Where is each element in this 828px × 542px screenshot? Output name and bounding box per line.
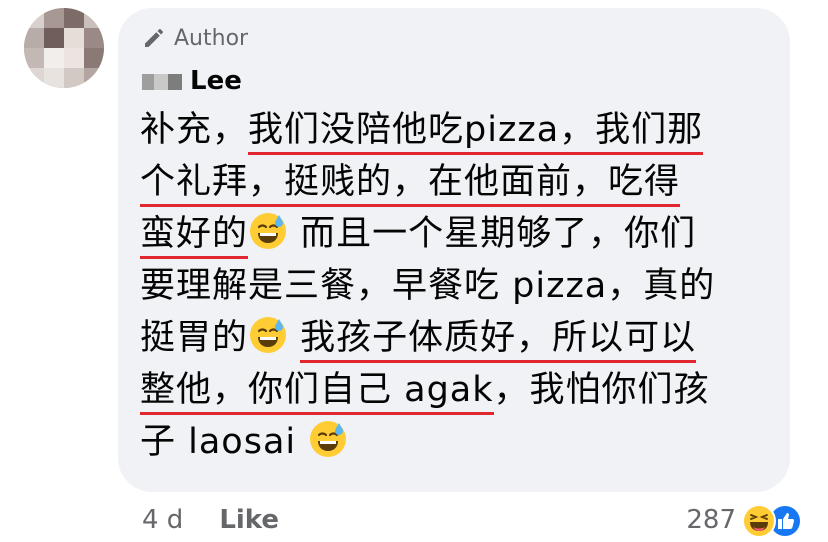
- name-redaction: [142, 70, 182, 92]
- avatar-pixel: [64, 8, 84, 28]
- comment-text-segment: ，我怕你们孩: [493, 370, 710, 410]
- underlined-text: 整他，你们自己 agak: [140, 370, 494, 415]
- comment-text-segment: 子 laosai: [140, 422, 309, 462]
- avatar-pixel: [44, 68, 64, 88]
- commenter-name-row[interactable]: Lee: [142, 64, 242, 98]
- sweat-smile-emoji-icon: [248, 211, 288, 251]
- underlined-text: 我孩子体质好，所以可以: [300, 318, 697, 363]
- avatar-pixel: [64, 48, 84, 68]
- comment-text-segment: 要理解是三餐，早餐吃 pizza，真的: [140, 266, 716, 306]
- comment-line: 要理解是三餐，早餐吃 pizza，真的: [140, 260, 780, 312]
- avatar-pixel: [84, 68, 104, 88]
- like-button[interactable]: Like: [219, 505, 279, 535]
- comment-timestamp[interactable]: 4 d: [142, 505, 183, 535]
- avatar-pixel: [64, 68, 84, 88]
- avatar-pixel: [44, 8, 64, 28]
- avatar-pixel: [24, 28, 44, 48]
- sweat-smile-emoji-icon: [248, 315, 288, 355]
- comment-line: 蛮好的 而且一个星期够了，你们: [140, 208, 780, 260]
- comment-line: 挺胃的 我孩子体质好，所以可以: [140, 312, 780, 364]
- commenter-avatar[interactable]: [24, 8, 104, 88]
- avatar-pixel: [44, 48, 64, 68]
- avatar-pixel: [84, 48, 104, 68]
- comment-line: 补充，我们没陪他吃pizza，我们那: [140, 104, 780, 156]
- comment-footer: 4 d Like: [142, 500, 279, 540]
- underlined-text: 个礼拜，挺贱的，在他面前，吃得: [140, 162, 681, 207]
- avatar-pixel: [24, 8, 44, 28]
- laugh-reaction-icon: [742, 504, 776, 538]
- comment-line: 整他，你们自己 agak，我怕你们孩: [140, 364, 780, 416]
- avatar-pixel: [64, 28, 84, 48]
- author-badge: Author: [142, 24, 248, 52]
- avatar-pixel: [24, 48, 44, 68]
- comment-line: 个礼拜，挺贱的，在他面前，吃得: [140, 156, 780, 208]
- sweat-smile-emoji-icon: [308, 419, 348, 459]
- reaction-icons: [742, 502, 804, 538]
- pencil-icon: [145, 29, 163, 47]
- author-badge-label: Author: [174, 25, 249, 51]
- avatar-pixel: [84, 8, 104, 28]
- comment-text-segment: 补充，: [140, 110, 249, 150]
- avatar-pixel: [24, 68, 44, 88]
- comment-line: 子 laosai: [140, 416, 780, 468]
- avatar-pixel: [44, 28, 64, 48]
- avatar-pixel: [84, 28, 104, 48]
- reaction-count: 287: [686, 505, 736, 535]
- comment-text-segment: [288, 318, 300, 358]
- underlined-text: 我们没陪他吃pizza，我们那: [248, 110, 704, 155]
- underlined-text: 蛮好的: [140, 214, 249, 259]
- comment-text-segment: 而且一个星期够了，你们: [288, 214, 697, 254]
- commenter-name[interactable]: Lee: [190, 66, 242, 96]
- comment-text-segment: 挺胃的: [140, 318, 249, 358]
- reaction-summary[interactable]: 287: [686, 500, 804, 540]
- comment-text: 补充，我们没陪他吃pizza，我们那个礼拜，挺贱的，在他面前，吃得 蛮好的 而且一…: [140, 104, 780, 468]
